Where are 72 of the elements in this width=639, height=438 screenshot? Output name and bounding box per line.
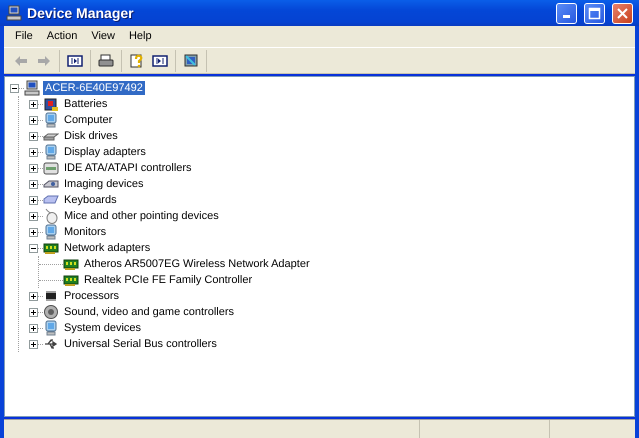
plus-icon xyxy=(30,132,37,140)
expander-button[interactable] xyxy=(29,244,38,252)
expander-button[interactable] xyxy=(29,324,38,332)
controller-icon xyxy=(43,160,59,176)
expander-button[interactable] xyxy=(29,212,38,220)
plus-icon xyxy=(30,340,37,348)
menu-item[interactable]: Help xyxy=(122,28,159,45)
battery-icon xyxy=(43,96,59,112)
scan-hardware-icon xyxy=(183,52,199,68)
expander-button[interactable] xyxy=(10,84,19,92)
mouse-icon xyxy=(43,208,59,224)
tree-item[interactable]: Display adapters xyxy=(62,145,148,159)
tree-item[interactable]: Disk drives xyxy=(62,129,120,143)
expander-button[interactable] xyxy=(29,340,38,348)
plus-icon xyxy=(30,164,37,172)
tree-item[interactable]: Batteries xyxy=(62,97,110,111)
plus-icon xyxy=(30,196,37,204)
plus-icon xyxy=(30,228,37,236)
tree-item[interactable]: Imaging devices xyxy=(62,177,146,191)
tree-item[interactable]: Mice and other pointing devices xyxy=(62,209,221,223)
tree-item[interactable]: Processors xyxy=(62,289,122,303)
minimize-icon xyxy=(563,15,570,18)
tree-item[interactable]: Keyboards xyxy=(62,193,119,207)
plus-icon xyxy=(30,116,37,124)
minimize-button[interactable] xyxy=(556,2,577,24)
computer-icon xyxy=(6,5,22,21)
menu-item[interactable]: File xyxy=(8,28,40,45)
tree-item[interactable]: Realtek PCIe FE Family Controller xyxy=(82,273,254,287)
show-hide-pane-icon xyxy=(67,52,83,68)
chip-icon xyxy=(43,288,59,304)
monitor-icon xyxy=(43,224,59,240)
tree-item[interactable]: System devices xyxy=(62,321,144,335)
speaker-icon xyxy=(43,304,59,320)
tree-item[interactable]: Monitors xyxy=(62,225,108,239)
maximize-icon xyxy=(588,6,601,20)
expander-button[interactable] xyxy=(29,132,38,140)
monitor-icon xyxy=(43,144,59,160)
tree-item[interactable]: IDE ATA/ATAPI controllers xyxy=(62,161,194,175)
help-icon xyxy=(129,52,145,68)
close-icon xyxy=(616,6,629,20)
monitor-icon xyxy=(43,320,59,336)
expander-button[interactable] xyxy=(29,180,38,188)
tree-item[interactable]: Computer xyxy=(62,113,114,127)
menu-item[interactable]: View xyxy=(84,28,122,45)
plus-icon xyxy=(30,100,37,108)
close-button[interactable] xyxy=(612,2,633,24)
computer-icon xyxy=(24,80,40,96)
tree-item[interactable]: ACER-6E40E97492 xyxy=(43,81,145,95)
window-title: Device Manager xyxy=(27,4,134,23)
tree-item[interactable]: Universal Serial Bus controllers xyxy=(62,337,219,351)
tree-item[interactable]: Atheros AR5007EG Wireless Network Adapter xyxy=(82,257,312,271)
expander-button[interactable] xyxy=(29,308,38,316)
plus-icon xyxy=(30,292,37,300)
tree-item[interactable]: Network adapters xyxy=(62,241,152,255)
printer-icon xyxy=(98,52,114,68)
tree-item[interactable]: Sound, video and game controllers xyxy=(62,305,236,319)
plus-icon xyxy=(30,324,37,332)
maximize-button[interactable] xyxy=(584,2,605,24)
expander-button[interactable] xyxy=(29,164,38,172)
plus-icon xyxy=(30,308,37,316)
pane-icon xyxy=(152,52,168,68)
expander-button[interactable] xyxy=(29,292,38,300)
plus-icon xyxy=(30,180,37,188)
expander-button[interactable] xyxy=(29,148,38,156)
expander-button[interactable] xyxy=(29,228,38,236)
expander-button[interactable] xyxy=(29,100,38,108)
expander-button[interactable] xyxy=(29,116,38,124)
plus-icon xyxy=(30,148,37,156)
plus-icon xyxy=(30,212,37,220)
monitor-icon xyxy=(43,112,59,128)
expander-button[interactable] xyxy=(29,196,38,204)
menu-item[interactable]: Action xyxy=(40,28,84,45)
